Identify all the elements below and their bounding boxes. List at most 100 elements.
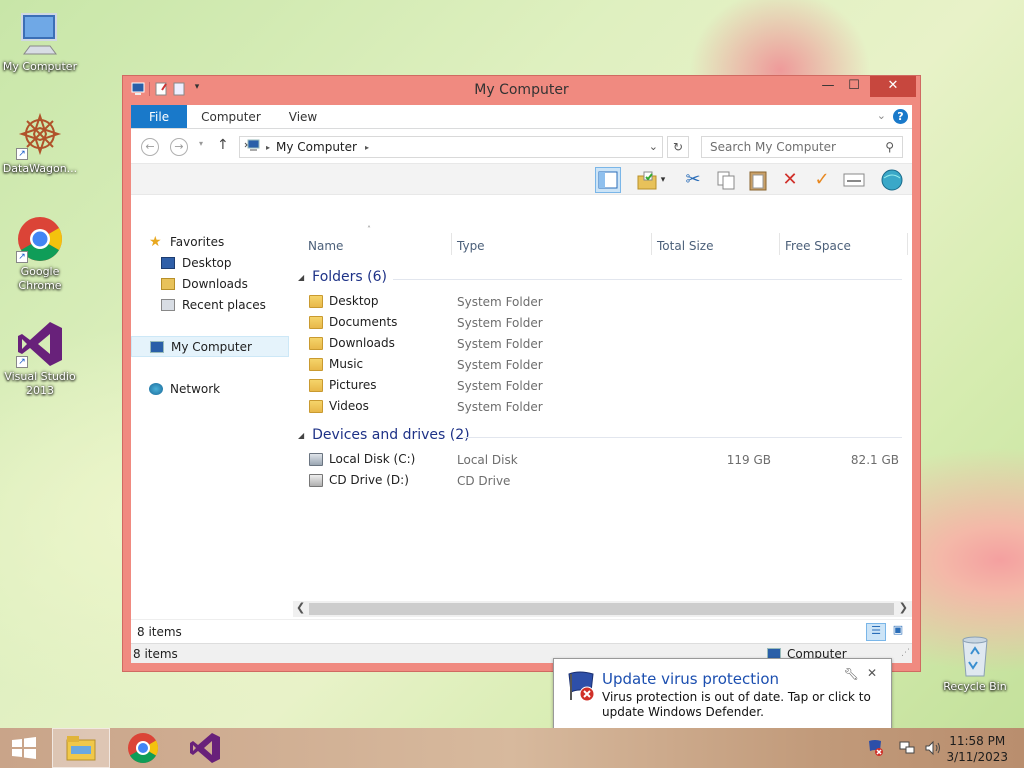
notification-settings-icon[interactable]: 🔧︎	[844, 667, 859, 681]
column-header-type[interactable]: Type	[457, 239, 485, 253]
taskbar-visual-studio[interactable]	[176, 728, 234, 768]
search-input[interactable]: Search My Computer ⚲	[701, 136, 903, 158]
column-header-free-space[interactable]: Free Space	[785, 239, 851, 253]
recycle-bin-icon	[951, 630, 999, 678]
help-icon[interactable]: ?	[893, 109, 908, 124]
cut-icon[interactable]: ✂	[680, 167, 706, 193]
folder-icon	[309, 315, 323, 329]
folder-options-dropdown-icon[interactable]: ▾	[657, 167, 669, 193]
paste-icon[interactable]	[745, 167, 771, 193]
expand-ribbon-icon[interactable]: ⌄	[877, 109, 886, 122]
scroll-thumb[interactable]	[309, 603, 894, 615]
delete-icon[interactable]: ✕	[777, 167, 803, 193]
properties-icon[interactable]	[841, 167, 867, 193]
item-type: System Folder	[457, 379, 543, 393]
desktop-icon-recycle-bin[interactable]: Recycle Bin	[935, 630, 1015, 694]
nav-label: My Computer	[171, 339, 252, 354]
refresh-button[interactable]: ↻	[667, 136, 689, 158]
nav-network[interactable]: Network	[131, 378, 289, 399]
maximize-button[interactable]: ☐	[840, 76, 868, 97]
chrome-icon: ↗	[16, 215, 64, 263]
defender-warning-icon[interactable]	[866, 739, 884, 757]
shortcut-arrow-icon: ↗	[16, 356, 28, 368]
list-item[interactable]: Music System Folder	[309, 354, 912, 375]
breadcrumb-chevron-icon[interactable]: ▸	[266, 143, 270, 152]
taskbar-file-explorer[interactable]	[52, 728, 110, 768]
navigation-pane: ★ Favorites Desktop Downloads Recent pla…	[131, 227, 289, 619]
clock-date: 3/11/2023	[946, 750, 1008, 764]
list-item[interactable]: Videos System Folder	[309, 396, 912, 417]
details-view-button[interactable]: ☰	[866, 623, 886, 641]
nav-downloads[interactable]: Downloads	[131, 273, 289, 294]
start-button[interactable]	[0, 728, 48, 768]
desktop-icon-visual-studio[interactable]: ↗ Visual Studio 2013	[0, 320, 80, 398]
computer-small-icon	[150, 340, 164, 353]
desktop-icon-chrome[interactable]: ↗ Google Chrome	[0, 215, 80, 293]
breadcrumb-my-computer[interactable]: My Computer	[276, 140, 357, 154]
desktop-icon-my-computer[interactable]: My Computer	[0, 10, 80, 74]
collapse-triangle-icon[interactable]: ◢	[298, 273, 304, 282]
item-total-size: 119 GB	[726, 453, 771, 467]
clock[interactable]: 11:58 PM 3/11/2023	[946, 733, 1008, 765]
nav-label: Downloads	[182, 276, 248, 291]
preview-pane-button[interactable]	[595, 167, 621, 193]
list-item[interactable]: Local Disk (C:) Local Disk 119 GB 82.1 G…	[309, 449, 912, 470]
list-item[interactable]: Documents System Folder	[309, 312, 912, 333]
chrome-icon	[128, 733, 159, 764]
scroll-left-icon[interactable]: ❮	[296, 601, 305, 614]
volume-icon[interactable]	[924, 739, 942, 757]
copy-icon[interactable]	[713, 167, 739, 193]
nav-desktop[interactable]: Desktop	[131, 252, 289, 273]
close-button[interactable]: ✕	[870, 76, 916, 97]
defender-flag-icon	[565, 670, 597, 702]
cd-drive-icon	[309, 473, 323, 487]
column-header-name[interactable]: Name	[308, 239, 343, 253]
network-tray-icon[interactable]	[898, 739, 916, 757]
taskbar-chrome[interactable]	[114, 728, 172, 768]
list-item[interactable]: Pictures System Folder	[309, 375, 912, 396]
title-bar[interactable]: ▾ My Computer — ☐ ✕	[123, 76, 920, 104]
collapse-triangle-icon[interactable]: ◢	[298, 431, 304, 440]
list-item[interactable]: Downloads System Folder	[309, 333, 912, 354]
group-header-folders[interactable]: ◢ Folders (6)	[298, 269, 387, 285]
minimize-button[interactable]: —	[814, 76, 842, 97]
network-icon	[149, 382, 163, 395]
desktop-icon-datawagon[interactable]: ↗ DataWagon...	[0, 112, 80, 176]
tab-computer[interactable]: Computer	[187, 105, 275, 128]
file-explorer-icon	[66, 736, 96, 761]
list-item[interactable]: Desktop System Folder	[309, 291, 912, 312]
address-dropdown-icon[interactable]: ⌄	[649, 140, 658, 153]
tab-file[interactable]: File	[131, 105, 188, 128]
item-type: System Folder	[457, 400, 543, 414]
desktop-icon-label: DataWagon...	[2, 162, 78, 175]
scroll-right-icon[interactable]: ❯	[899, 601, 908, 614]
horizontal-scrollbar[interactable]: ❮ ❯	[293, 601, 912, 617]
notification-close-icon[interactable]: ✕	[867, 666, 877, 680]
back-button[interactable]: ←	[141, 138, 159, 156]
group-header-devices[interactable]: ◢ Devices and drives (2)	[298, 427, 470, 443]
clock-time: 11:58 PM	[949, 734, 1006, 748]
tab-view[interactable]: View	[275, 105, 331, 128]
folder-icon	[309, 336, 323, 350]
defender-notification[interactable]: Update virus protection Virus protection…	[553, 658, 892, 729]
breadcrumb-chevron-icon[interactable]: ▸	[365, 143, 369, 152]
file-list: ˄ Name Type Total Size Free Space ◢ Fold…	[293, 225, 912, 619]
globe-icon[interactable]	[879, 167, 905, 193]
forward-button[interactable]: →	[170, 138, 188, 156]
nav-favorites[interactable]: ★ Favorites	[131, 231, 289, 252]
nav-recent-places[interactable]: Recent places	[131, 294, 289, 315]
address-row: ← → ▾ ↑ ▸ My Computer ▸ ⌄ ↻ Search My Co…	[131, 129, 912, 163]
large-icons-view-button[interactable]: ▣	[888, 623, 908, 641]
column-header-total-size[interactable]: Total Size	[657, 239, 713, 253]
address-bar[interactable]: ▸ My Computer ▸ ⌄	[239, 136, 663, 158]
recent-places-icon	[161, 298, 175, 311]
notification-message: Virus protection is out of date. Tap or …	[602, 690, 871, 719]
recent-locations-icon[interactable]: ▾	[199, 139, 203, 148]
list-item[interactable]: CD Drive (D:) CD Drive	[309, 470, 912, 491]
nav-my-computer[interactable]: My Computer	[131, 336, 289, 357]
search-icon[interactable]: ⚲	[885, 140, 894, 154]
nav-label: Desktop	[182, 255, 232, 270]
resize-grip-icon[interactable]: ⋰	[901, 648, 910, 658]
up-button[interactable]: ↑	[217, 137, 229, 153]
rename-icon[interactable]: ✓	[809, 167, 835, 193]
